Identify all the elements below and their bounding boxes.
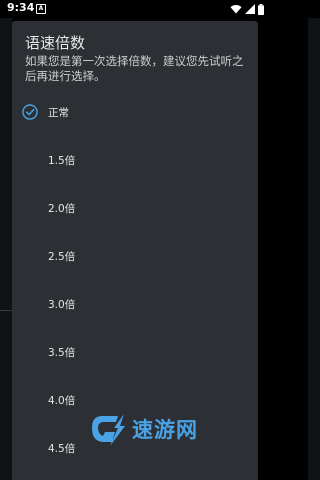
background-divider <box>0 310 12 311</box>
speed-option-normal[interactable]: 正常 <box>12 96 258 144</box>
dialog-title: 语速倍数 <box>25 34 86 52</box>
signal-icon <box>245 4 255 14</box>
status-icons <box>230 3 264 15</box>
background-page-right <box>308 18 320 480</box>
speed-option-1-5x[interactable]: 1.5倍 <box>12 144 258 192</box>
notification-icon: A <box>36 4 46 14</box>
option-label: 2.0倍 <box>48 203 76 215</box>
background-page <box>0 18 12 480</box>
option-label: 正常 <box>48 107 69 119</box>
speed-dialog: 语速倍数 如果您是第一次选择倍数，建议您先试听之后再进行选择。 正常 1.5倍 … <box>12 21 258 480</box>
speed-option-3-5x[interactable]: 3.5倍 <box>12 336 258 384</box>
speed-option-3-0x[interactable]: 3.0倍 <box>12 288 258 336</box>
status-time: 9:34 <box>7 1 35 14</box>
speed-option-list: 正常 1.5倍 2.0倍 2.5倍 3.0倍 3.5倍 4.0倍 4.5倍 <box>12 96 258 480</box>
battery-icon <box>258 3 264 15</box>
option-label: 3.5倍 <box>48 347 76 359</box>
check-circle-icon <box>22 104 38 120</box>
speed-option-2-0x[interactable]: 2.0倍 <box>12 192 258 240</box>
speed-option-4-5x[interactable]: 4.5倍 <box>12 432 258 480</box>
option-label: 4.0倍 <box>48 395 76 407</box>
option-label: 2.5倍 <box>48 251 76 263</box>
option-label: 3.0倍 <box>48 299 76 311</box>
speed-option-2-5x[interactable]: 2.5倍 <box>12 240 258 288</box>
option-label: 1.5倍 <box>48 155 76 167</box>
dialog-message: 如果您是第一次选择倍数，建议您先试听之后再进行选择。 <box>25 54 244 83</box>
status-bar: 9:34 A <box>0 0 270 18</box>
wifi-icon <box>230 5 242 14</box>
option-label: 4.5倍 <box>48 443 76 455</box>
speed-option-4-0x[interactable]: 4.0倍 <box>12 384 258 432</box>
